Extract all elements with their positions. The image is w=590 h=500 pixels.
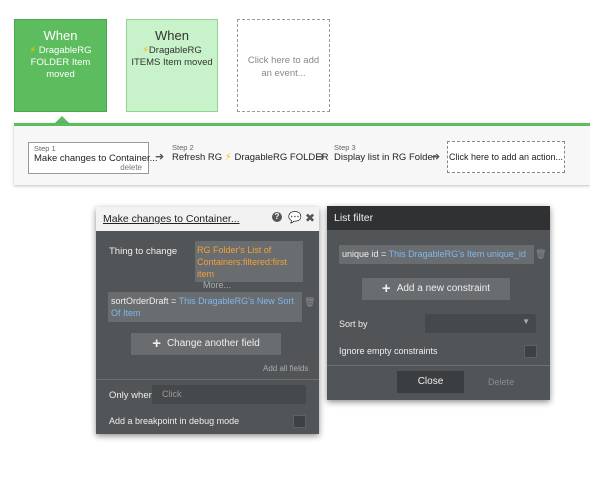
workflow-step-1[interactable]: Step 1 Make changes to Container... dele… bbox=[28, 142, 158, 174]
lightning-icon: ⚡ bbox=[142, 45, 149, 56]
step-title-prefix: Refresh RG bbox=[172, 152, 223, 163]
delete-step-link[interactable]: delete bbox=[120, 163, 142, 172]
ignore-empty-checkbox[interactable] bbox=[524, 345, 537, 358]
breakpoint-checkbox[interactable] bbox=[293, 415, 306, 428]
step-title: Display list in RG Folder bbox=[334, 152, 436, 163]
step-number: Step 3 bbox=[334, 143, 356, 152]
constraint-value: This DragableRG's Item unique_id bbox=[388, 249, 526, 259]
divider bbox=[96, 379, 319, 380]
event-card-folder-item-moved[interactable]: When ⚡ DragableRG FOLDER Item moved bbox=[14, 19, 107, 112]
event-when-label: When bbox=[155, 28, 189, 43]
panel-header: Make changes to Container... ? 💬 ✖ bbox=[96, 207, 319, 231]
panel-title: List filter bbox=[334, 212, 374, 224]
add-event-button[interactable]: Click here to add an event... bbox=[237, 19, 330, 112]
plus-icon: + bbox=[152, 335, 161, 352]
sort-by-dropdown[interactable]: ▼ bbox=[425, 314, 536, 333]
lightning-icon: ⚡ bbox=[224, 152, 232, 163]
divider bbox=[327, 365, 550, 366]
event-when-label: When bbox=[43, 28, 78, 43]
add-event-label: Click here to add an event... bbox=[247, 55, 320, 79]
active-event-pointer bbox=[55, 116, 69, 123]
close-icon[interactable]: ✖ bbox=[305, 211, 315, 225]
workflow-steps-bar: Step 1 Make changes to Container... dele… bbox=[14, 123, 590, 185]
only-when-label: Only when bbox=[109, 390, 154, 401]
close-button[interactable]: Close bbox=[397, 371, 464, 393]
ignore-empty-constraints-label: Ignore empty constraints bbox=[339, 346, 438, 356]
thing-to-change-label: Thing to change bbox=[109, 246, 178, 257]
action-editor-panel: Make changes to Container... ? 💬 ✖ Thing… bbox=[96, 207, 319, 434]
arrow-right-icon: ➜ bbox=[431, 151, 441, 163]
help-icon[interactable]: ? bbox=[272, 212, 282, 222]
only-when-input[interactable]: Click bbox=[152, 385, 306, 404]
field-assignment-row[interactable]: sortOrderDraft = This DragableRG's New S… bbox=[108, 292, 302, 322]
breakpoint-label: Add a breakpoint in debug mode bbox=[109, 416, 240, 426]
plus-icon: + bbox=[381, 280, 391, 297]
constraint-field: unique id = bbox=[342, 249, 387, 259]
panel-title[interactable]: Make changes to Container... bbox=[103, 213, 240, 225]
step-title-suffix: DragableRG FOLDER bbox=[234, 152, 329, 163]
delete-button[interactable]: Delete bbox=[488, 377, 514, 387]
constraint-row[interactable]: unique id = This DragableRG's Item uniqu… bbox=[339, 245, 534, 264]
event-name: DragableRG FOLDER Item moved bbox=[30, 45, 92, 80]
comment-icon[interactable]: 💬 bbox=[288, 211, 302, 224]
list-filter-panel: List filter unique id = This DragableRG'… bbox=[327, 206, 550, 400]
trash-icon[interactable]: 🗑 bbox=[304, 297, 315, 308]
workflow-step-3[interactable]: Step 3 Display list in RG Folder bbox=[334, 142, 436, 174]
add-action-button[interactable]: Click here to add an action... bbox=[447, 141, 565, 173]
step-number: Step 1 bbox=[34, 144, 56, 153]
step-number: Step 2 bbox=[172, 143, 194, 152]
sort-by-label: Sort by bbox=[339, 319, 368, 329]
change-another-field-button[interactable]: + Change another field bbox=[131, 333, 281, 355]
event-card-items-item-moved[interactable]: When ⚡DragableRG ITEMS Item moved bbox=[126, 19, 218, 112]
only-when-placeholder: Click bbox=[162, 389, 182, 399]
trash-icon[interactable]: 🗑 bbox=[535, 249, 546, 260]
add-all-fields-link[interactable]: Add all fields bbox=[263, 364, 308, 373]
workflow-step-2[interactable]: Step 2 Refresh RG ⚡ DragableRG FOLDER bbox=[172, 142, 328, 174]
arrow-right-icon: ➜ bbox=[155, 151, 165, 163]
panel-header: List filter bbox=[327, 206, 550, 230]
chevron-down-icon: ▼ bbox=[522, 317, 530, 326]
field-name: sortOrderDraft = bbox=[111, 296, 177, 306]
lightning-icon: ⚡ bbox=[29, 45, 37, 56]
thing-to-change-value: RG Folder's List of Containers:filtered:… bbox=[197, 245, 288, 279]
thing-to-change-input[interactable]: RG Folder's List of Containers:filtered:… bbox=[195, 241, 303, 290]
add-new-constraint-button[interactable]: + Add a new constraint bbox=[362, 278, 510, 300]
arrow-right-icon: ➜ bbox=[316, 151, 326, 163]
more-link[interactable]: More... bbox=[203, 280, 301, 291]
